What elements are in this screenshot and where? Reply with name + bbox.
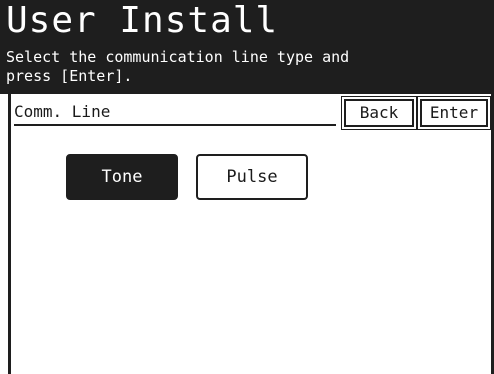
device-screen: User Install Select the communication li… bbox=[0, 0, 494, 374]
instruction-text: Select the communication line type and p… bbox=[6, 48, 350, 85]
comm-line-label: Comm. Line bbox=[14, 102, 336, 126]
pulse-option-button[interactable]: Pulse bbox=[196, 154, 308, 200]
frame-left-border bbox=[8, 94, 11, 374]
header-bar: User Install Select the communication li… bbox=[0, 0, 494, 94]
back-button[interactable]: Back bbox=[341, 96, 417, 130]
tone-option-button[interactable]: Tone bbox=[66, 154, 178, 200]
page-title: User Install bbox=[6, 0, 279, 41]
enter-button[interactable]: Enter bbox=[417, 96, 491, 130]
